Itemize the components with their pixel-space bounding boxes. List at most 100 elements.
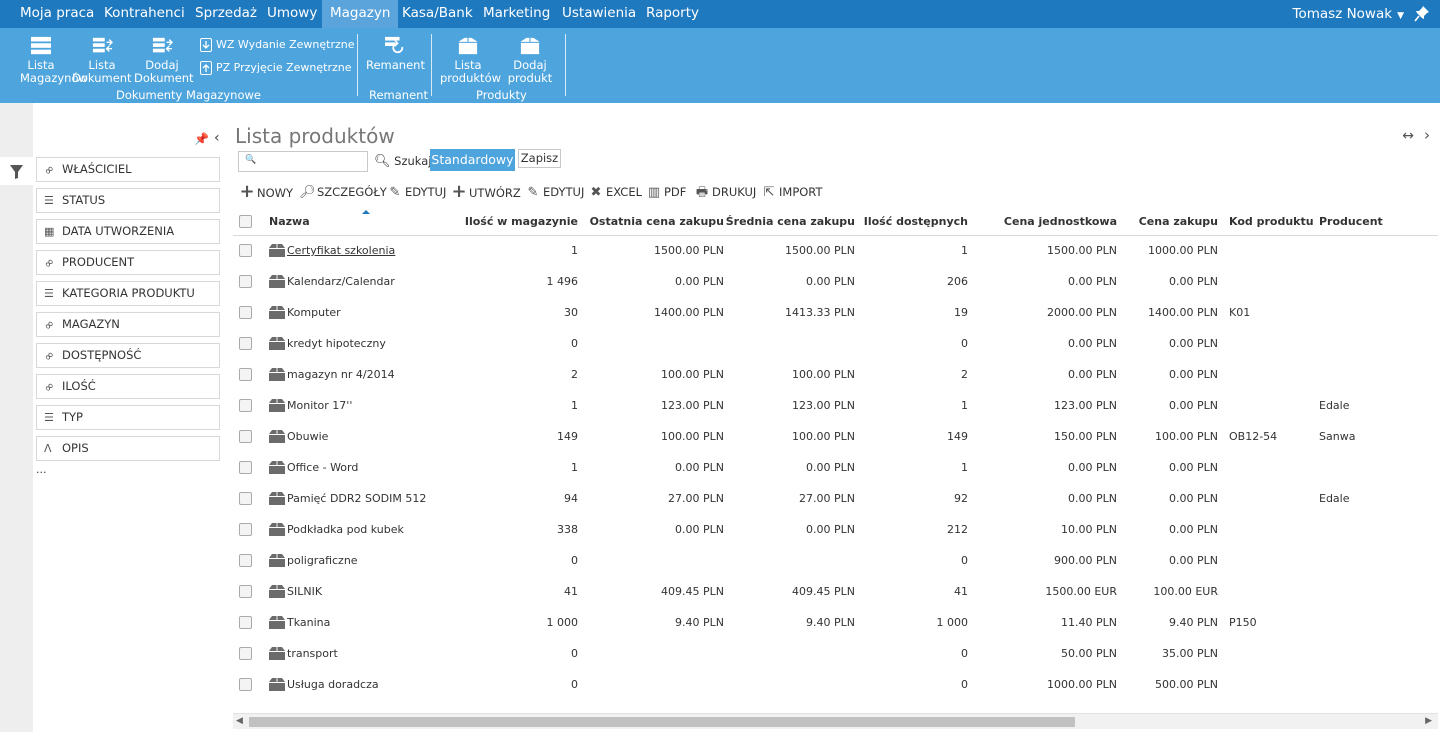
- filter-toggle[interactable]: [0, 157, 33, 185]
- row-checkbox[interactable]: [239, 492, 252, 505]
- row-checkbox[interactable]: [239, 368, 252, 381]
- pin-icon[interactable]: [1414, 5, 1430, 23]
- table-row[interactable]: SILNIK 41 409.45 PLN 409.45 PLN 41 1500.00 EU…: [233, 576, 1438, 607]
- col-kod-produktu[interactable]: Kod produktu: [1229, 208, 1314, 236]
- cell-producent: Edale: [1319, 399, 1350, 412]
- row-checkbox[interactable]: [239, 523, 252, 536]
- horizontal-scrollbar[interactable]: ◀ ▶: [233, 713, 1438, 729]
- scroll-right-icon[interactable]: ▶: [1425, 716, 1432, 726]
- nav-sprzedaz[interactable]: Sprzedaż: [187, 0, 265, 28]
- scroll-left-icon[interactable]: ◀: [236, 716, 243, 726]
- export-pdf-button[interactable]: ▥ PDF: [646, 184, 687, 201]
- table-row[interactable]: kredyt hipoteczny 0 0 0.00 PLN 0.00 PLN: [233, 328, 1438, 359]
- table-row[interactable]: Komputer 30 1400.00 PLN 1413.33 PLN 19 2000.0…: [233, 297, 1438, 328]
- table-row[interactable]: magazyn nr 4/2014 2 100.00 PLN 100.00 PLN 2 0…: [233, 359, 1438, 390]
- details-button[interactable]: 🔎︎SZCZEGÓŁY: [299, 184, 387, 201]
- row-checkbox[interactable]: [239, 337, 252, 350]
- filter-item[interactable]: ∞ ILOŚĆ: [36, 374, 220, 399]
- pz-przyjecie-button[interactable]: PZ Przyjęcie Zewnętrzne: [200, 61, 352, 75]
- row-checkbox[interactable]: [239, 275, 252, 288]
- lista-dokumentow-button[interactable]: Lista Dokumentó: [72, 36, 132, 85]
- nav-ustawienia[interactable]: Ustawienia: [554, 0, 644, 28]
- table-row[interactable]: Office - Word 1 0.00 PLN 0.00 PLN 1 0.00 PLN 0…: [233, 452, 1438, 483]
- row-checkbox[interactable]: [239, 399, 252, 412]
- table-row[interactable]: transport 0 0 50.00 PLN 35.00 PLN: [233, 638, 1438, 669]
- collapse-panel-icon[interactable]: ‹: [214, 130, 220, 146]
- calendar-icon: ▦: [44, 225, 55, 238]
- table-row[interactable]: Podkładka pod kubek 338 0.00 PLN 0.00 PLN 21…: [233, 514, 1438, 545]
- table-row[interactable]: Tkanina 1 000 9.40 PLN 9.40 PLN 1 000 11.40 P…: [233, 607, 1438, 638]
- nav-marketing[interactable]: Marketing: [475, 0, 558, 28]
- new-button[interactable]: + NOWY: [239, 183, 293, 201]
- export-excel-button[interactable]: ✖ EXCEL: [588, 184, 642, 201]
- product-box-icon: [269, 399, 285, 412]
- table-row[interactable]: poligraficzne 0 0 900.00 PLN 0.00 PLN: [233, 545, 1438, 576]
- table-row[interactable]: Obuwie 149 100.00 PLN 100.00 PLN 149 150.00 P…: [233, 421, 1438, 452]
- nav-umowy[interactable]: Umowy: [259, 0, 325, 28]
- filter-item[interactable]: ∞ PRODUCENT: [36, 250, 220, 275]
- row-checkbox[interactable]: [239, 585, 252, 598]
- filter-item[interactable]: ∞ DOSTĘPNOŚĆ: [36, 343, 220, 368]
- lista-magazynow-button[interactable]: Lista Magazynów: [8, 36, 88, 85]
- cell-ilosc-dostepnych: 206: [947, 275, 968, 288]
- remanent-button[interactable]: Remanent: [366, 36, 425, 72]
- nav-raporty[interactable]: Raporty: [638, 0, 707, 28]
- table-row[interactable]: Monitor 17'' 1 123.00 PLN 123.00 PLN 1 123.00…: [233, 390, 1438, 421]
- row-checkbox[interactable]: [239, 678, 252, 691]
- table-row[interactable]: Kalendarz/Calendar 1 496 0.00 PLN 0.00 PLN 2…: [233, 266, 1438, 297]
- table-row[interactable]: Usługa doradcza 0 0 1000.00 PLN 500.00 PLN: [233, 669, 1438, 700]
- filter-item[interactable]: ∞ MAGAZYN: [36, 312, 220, 337]
- cell-producent: Sanwa: [1319, 430, 1356, 443]
- chevron-right-icon[interactable]: ›: [1424, 126, 1430, 144]
- scrollbar-thumb[interactable]: [249, 717, 1075, 727]
- dodaj-dokument-button[interactable]: Dodaj Dokument: [134, 36, 194, 85]
- lista-produktow-button[interactable]: Lista produktów: [440, 36, 501, 85]
- row-checkbox[interactable]: [239, 306, 252, 319]
- save-view-button[interactable]: Zapisz: [518, 149, 561, 168]
- nav-kasa-bank[interactable]: Kasa/Bank: [394, 0, 481, 28]
- panel-pin-icon[interactable]: 📌: [194, 132, 209, 146]
- filter-item[interactable]: ☰ TYP: [36, 405, 220, 430]
- product-box-icon: [458, 37, 478, 55]
- row-checkbox[interactable]: [239, 430, 252, 443]
- col-ilosc-dostepnych[interactable]: Ilość dostępnych: [864, 208, 968, 236]
- col-ilosc-w-magazynie[interactable]: Ilość w magazynie: [465, 208, 578, 236]
- row-checkbox[interactable]: [239, 616, 252, 629]
- more-filters[interactable]: ...: [36, 463, 47, 476]
- select-all-checkbox[interactable]: [239, 215, 252, 228]
- print-button[interactable]: 🖶 DRUKUJ: [694, 184, 756, 201]
- col-cena-jednostkowa[interactable]: Cena jednostkowa: [1004, 208, 1117, 236]
- wz-wydanie-button[interactable]: WZ Wydanie Zewnętrzne: [200, 38, 355, 52]
- row-checkbox[interactable]: [239, 554, 252, 567]
- row-checkbox[interactable]: [239, 647, 252, 660]
- edit-button[interactable]: ✎ EDYTUJ: [387, 184, 447, 201]
- nav-moja-praca[interactable]: Moja praca: [12, 0, 102, 28]
- dodaj-produkt-button[interactable]: Dodaj produkt: [502, 36, 558, 85]
- col-producent[interactable]: Producent: [1319, 208, 1383, 236]
- add-product-box-icon: [520, 37, 540, 55]
- filter-item[interactable]: ☰ STATUS: [36, 188, 220, 213]
- col-srednia-cena[interactable]: Średnia cena zakupu: [726, 208, 855, 236]
- cell-nazwa[interactable]: Certyfikat szkolenia: [287, 235, 395, 266]
- filter-item[interactable]: ☰ KATEGORIA PRODUKTU: [36, 281, 220, 306]
- search-input[interactable]: [257, 153, 365, 170]
- nav-magazyn[interactable]: Magazyn: [322, 0, 399, 28]
- view-standard-button[interactable]: Standardowy: [430, 149, 515, 171]
- col-cena-zakupu[interactable]: Cena zakupu: [1139, 208, 1218, 236]
- col-nazwa[interactable]: Nazwa: [269, 208, 310, 236]
- search-button[interactable]: 🔍︎ Szukaj: [374, 151, 432, 172]
- nav-kontrahenci[interactable]: Kontrahenci: [96, 0, 193, 28]
- table-row[interactable]: Pamięć DDR2 SODIM 512 94 27.00 PLN 27.00 PL…: [233, 483, 1438, 514]
- edit-button-2[interactable]: ✎ EDYTUJ: [525, 184, 585, 201]
- row-checkbox[interactable]: [239, 461, 252, 474]
- col-ostatnia-cena[interactable]: Ostatnia cena zakupu: [590, 208, 724, 236]
- create-button[interactable]: + UTWÓRZ: [451, 183, 520, 201]
- filter-item[interactable]: Λ OPIS: [36, 436, 220, 461]
- filter-item[interactable]: ∞ WŁAŚCICIEL: [36, 157, 220, 182]
- import-button[interactable]: ⇱ IMPORT: [761, 184, 823, 201]
- user-menu[interactable]: Tomasz Nowak ▼: [1293, 0, 1404, 28]
- row-checkbox[interactable]: [239, 244, 252, 257]
- table-row[interactable]: Certyfikat szkolenia 1 1500.00 PLN 1500.00 …: [233, 235, 1438, 266]
- filter-item[interactable]: ▦ DATA UTWORZENIA: [36, 219, 220, 244]
- expand-icon[interactable]: ↔: [1402, 128, 1414, 144]
